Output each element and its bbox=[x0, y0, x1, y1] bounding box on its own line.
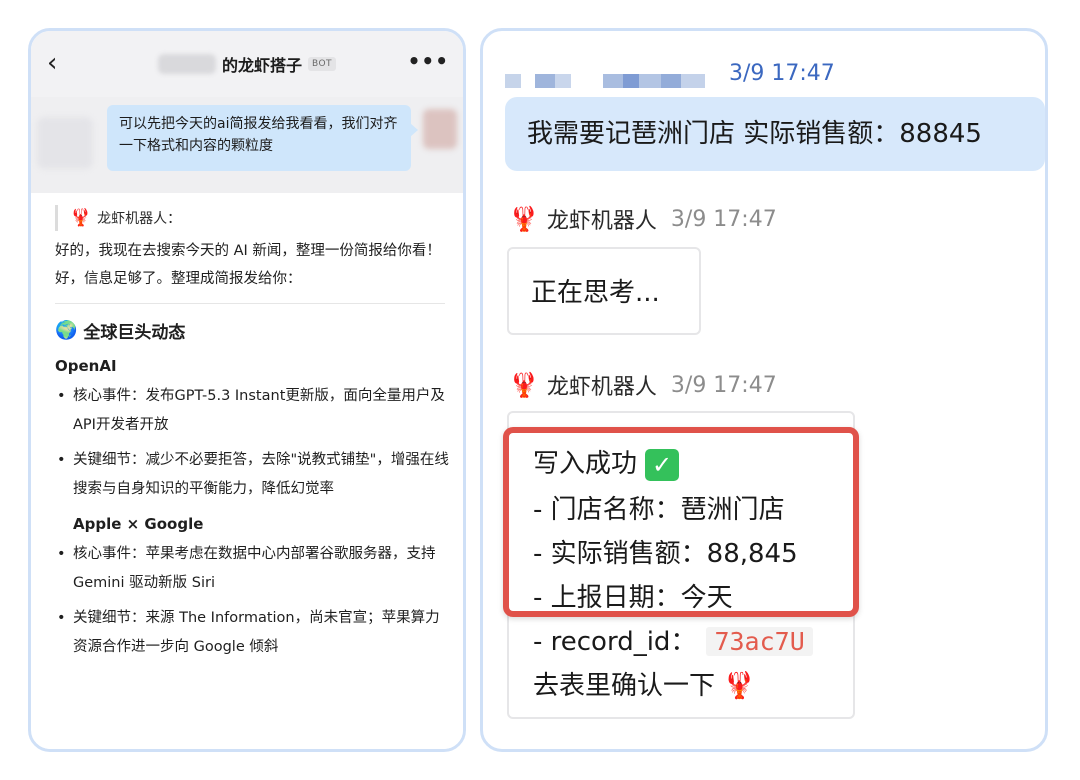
message-timestamp: 3/9 17:47 bbox=[729, 61, 835, 86]
lobster-icon: 🦞 bbox=[723, 671, 755, 701]
confirm-text: 去表里确认一下 bbox=[533, 671, 715, 701]
user-message-bubble[interactable]: 可以先把今天的ai简报发给我看看，我们对齐一下格式和内容的颗粒度 bbox=[107, 105, 411, 171]
bullet-item: 关键细节：减少不必要拒答，去除"说教式铺垫"，增强在线搜索与自身知识的平衡能力，… bbox=[55, 446, 453, 504]
chat-panel-left: ‹ 的龙虾搭子 BOT ••• 可以先把今天的ai简报发给我看看，我们对齐一下格… bbox=[28, 28, 466, 752]
lobster-icon: 🦞 bbox=[509, 205, 539, 233]
bot-name: 龙虾机器人： bbox=[97, 208, 181, 228]
bullet-item: 核心事件：苹果考虑在数据中心内部署谷歌服务器，支持 Gemini 驱动新版 Si… bbox=[55, 540, 453, 598]
chat-header: ‹ 的龙虾搭子 BOT ••• bbox=[31, 31, 463, 97]
user-request-bubble[interactable]: 我需要记琶洲门店 实际销售额：88845 bbox=[505, 97, 1045, 171]
bullet-item: 关键细节：来源 The Information，尚未官宣；苹果算力资源合作进一步… bbox=[55, 604, 453, 662]
confirm-line: 去表里确认一下 🦞 bbox=[533, 665, 756, 702]
reply-paragraph-1: 好的，我现在去搜索今天的 AI 新闻，整理一份简报给你看！ bbox=[55, 237, 453, 265]
user-avatar[interactable] bbox=[423, 109, 457, 149]
back-chevron-icon[interactable]: ‹ bbox=[47, 47, 75, 79]
section-title-text: 全球巨头动态 bbox=[83, 318, 185, 343]
pixelated-username bbox=[505, 73, 705, 89]
lobster-icon: 🦞 bbox=[70, 208, 91, 228]
record-id-line: - record_id： 73ac7U bbox=[533, 621, 813, 658]
blurred-message bbox=[37, 117, 93, 169]
bot-reply-header: 🦞 龙虾机器人： bbox=[55, 205, 453, 231]
company-heading-apple-google: Apple × Google bbox=[55, 510, 453, 538]
bot-timestamp: 3/9 17:47 bbox=[671, 373, 777, 398]
reply-paragraph-2: 好，信息足够了。整理成简报发给你： bbox=[55, 265, 453, 293]
chat-title-text: 的龙虾搭子 bbox=[222, 52, 302, 76]
highlight-annotation-box bbox=[503, 427, 859, 617]
thinking-message-card[interactable]: 正在思考... bbox=[507, 247, 701, 335]
bot-name: 龙虾机器人 bbox=[547, 203, 657, 235]
bot-reply: 🦞 龙虾机器人： 好的，我现在去搜索今天的 AI 新闻，整理一份简报给你看！ 好… bbox=[45, 195, 463, 751]
lobster-icon: 🦞 bbox=[509, 371, 539, 399]
blurred-username bbox=[158, 54, 216, 74]
message-area: 可以先把今天的ai简报发给我看看，我们对齐一下格式和内容的颗粒度 bbox=[31, 97, 463, 193]
globe-icon: 🌍 bbox=[55, 320, 77, 341]
record-id-value[interactable]: 73ac7U bbox=[706, 627, 812, 656]
bullet-item: 核心事件：发布GPT-5.3 Instant更新版，面向全量用户及API开发者开… bbox=[55, 382, 453, 440]
chat-panel-right: 3/9 17:47 我需要记琶洲门店 实际销售额：88845 🦞 龙虾机器人 3… bbox=[480, 28, 1048, 752]
bot-sender-row: 🦞 龙虾机器人 3/9 17:47 bbox=[509, 369, 777, 401]
record-id-label: - record_id： bbox=[533, 627, 696, 657]
company-heading-openai: OpenAI bbox=[55, 352, 453, 380]
bot-name: 龙虾机器人 bbox=[547, 369, 657, 401]
bot-badge: BOT bbox=[308, 57, 336, 71]
more-options-icon[interactable]: ••• bbox=[408, 51, 449, 71]
chat-title: 的龙虾搭子 BOT bbox=[158, 52, 336, 76]
section-title: 🌍 全球巨头动态 bbox=[55, 314, 453, 346]
divider bbox=[55, 303, 445, 304]
bot-timestamp: 3/9 17:47 bbox=[671, 207, 777, 232]
bot-sender-row: 🦞 龙虾机器人 3/9 17:47 bbox=[509, 203, 777, 235]
